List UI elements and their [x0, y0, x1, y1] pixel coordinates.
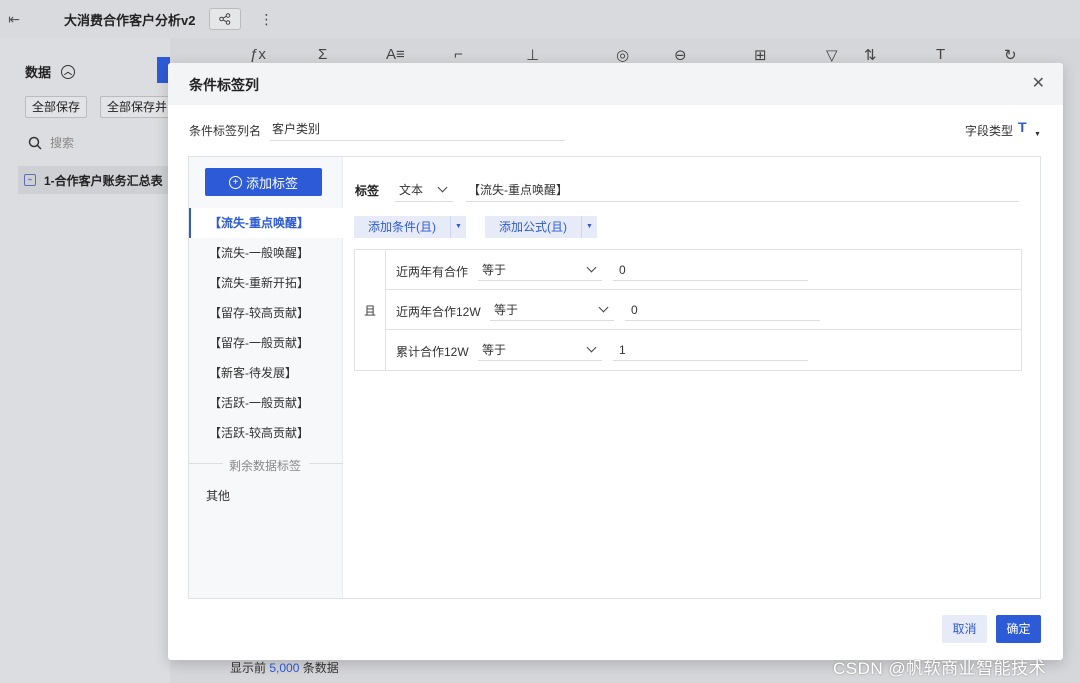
tag-item[interactable]: 【流失-重点唤醒】: [189, 208, 343, 238]
condition-field[interactable]: 累计合作12W: [396, 343, 469, 360]
add-tag-button[interactable]: + 添加标签: [205, 168, 322, 196]
chevron-down-icon: [598, 302, 609, 313]
share-button[interactable]: [209, 8, 242, 30]
chevron-down-icon: [586, 262, 597, 273]
tag-item[interactable]: 【流失-重新开拓】: [189, 268, 343, 298]
close-icon[interactable]: ✕: [1032, 73, 1045, 93]
field-type-label: 字段类型: [965, 124, 1014, 138]
app-header: ⇤ 大消费合作客户分析v2 ⋮: [0, 0, 1080, 38]
ok-button[interactable]: 确定: [996, 615, 1041, 643]
add-formula-button[interactable]: 添加公式(且): [485, 216, 581, 238]
tag-config-area: + 添加标签 【流失-重点唤醒】 【流失-一般唤醒】 【流失-重新开拓】 【留存…: [188, 156, 1041, 599]
collapse-up-icon[interactable]: ︿: [61, 64, 76, 79]
table-icon: ⌁: [24, 174, 36, 186]
table-item[interactable]: ⌁ 1-合作客户账务汇总表: [18, 166, 170, 194]
more-icon[interactable]: ⋮: [259, 11, 273, 28]
condition-row: 近两年有合作 等于: [386, 250, 1021, 290]
tag-item[interactable]: 【新客-待发展】: [189, 358, 343, 388]
sum-icon[interactable]: Σ: [318, 46, 327, 63]
add-condition-button[interactable]: 添加条件(且): [354, 216, 450, 238]
share-icon: [219, 13, 231, 25]
chevron-down-icon: [437, 182, 448, 193]
hierarchy-icon[interactable]: ⊞: [754, 46, 767, 64]
column-icon[interactable]: ⌐: [454, 46, 463, 63]
save-all-button[interactable]: 全部保存: [25, 96, 88, 118]
type-icon[interactable]: T: [936, 46, 945, 63]
condition-operator-select[interactable]: 等于: [478, 339, 602, 361]
remaining-divider: 剩余数据标签: [189, 457, 343, 473]
sort-icon[interactable]: ⇅: [864, 46, 877, 64]
search-placeholder: 搜索: [50, 136, 75, 150]
data-search[interactable]: 搜索: [28, 134, 74, 151]
data-section-title: 数据 ︿: [25, 62, 76, 81]
tag-list-panel: + 添加标签 【流失-重点唤醒】 【流失-一般唤醒】 【流失-重新开拓】 【留存…: [189, 157, 343, 598]
add-formula-group: 添加公式(且) ▼: [485, 216, 597, 238]
tag-value-input[interactable]: [466, 178, 1020, 202]
tag-item[interactable]: 【活跃-较高贡献】: [189, 418, 343, 448]
other-tag-item[interactable]: 其他: [206, 487, 230, 504]
and-toggle[interactable]: 且: [355, 250, 386, 370]
tag-item[interactable]: 【留存-较高贡献】: [189, 298, 343, 328]
condition-group: 且 近两年有合作 等于 近两年合作12W 等于 累计合作12W: [354, 249, 1022, 371]
dialog-title: 条件标签列: [189, 77, 259, 93]
condition-operator-select[interactable]: 等于: [490, 299, 614, 321]
database-icon[interactable]: ⊖: [674, 46, 687, 64]
condition-operator-select[interactable]: 等于: [478, 259, 602, 281]
watermark: CSDN @帆软商业智能技术: [833, 659, 1047, 678]
text-column-icon[interactable]: A≡: [386, 46, 405, 63]
condition-field[interactable]: 近两年有合作: [396, 263, 468, 280]
caret-down-icon[interactable]: ▼: [450, 216, 466, 238]
column-name-input[interactable]: [270, 117, 565, 141]
footer-note: 显示前 5,000 条数据: [230, 661, 339, 675]
condition-row: 累计合作12W 等于: [386, 330, 1021, 370]
chevron-down-icon: [586, 342, 597, 353]
data-panel: 数据 ︿ 全部保存 全部保存并 搜索 ⌁ 1-合作客户账务汇总表: [0, 38, 180, 683]
formula-icon[interactable]: ƒx: [250, 46, 266, 63]
caret-down-icon[interactable]: ▼: [581, 216, 597, 238]
merge-icon[interactable]: ◎: [616, 46, 629, 64]
search-icon: [28, 136, 42, 150]
plus-circle-icon: +: [228, 175, 242, 189]
remaining-label: 剩余数据标签: [229, 459, 302, 473]
condition-value-input[interactable]: [613, 259, 808, 281]
add-condition-group: 添加条件(且) ▼: [354, 216, 466, 238]
condition-tag-dialog: 条件标签列 ✕ 条件标签列名 字段类型 T ▼ + 添加标签 【流失-重点唤醒】…: [168, 63, 1063, 660]
tag-item[interactable]: 【活跃-一般贡献】: [189, 388, 343, 418]
filter-icon[interactable]: ▽: [826, 46, 838, 64]
text-type-icon[interactable]: T: [1018, 119, 1027, 135]
tag-type-select[interactable]: 文本: [395, 178, 454, 202]
exit-icon[interactable]: ⇤: [0, 11, 28, 28]
tag-editor-row: 标签 文本: [355, 178, 1020, 202]
condition-value-input[interactable]: [613, 339, 808, 361]
bar-icon[interactable]: ⊥: [526, 46, 539, 64]
condition-value-input[interactable]: [625, 299, 820, 321]
refresh-icon[interactable]: ↻: [1004, 46, 1017, 64]
column-name-label: 条件标签列名: [189, 124, 262, 138]
caret-down-icon[interactable]: ▼: [1034, 131, 1041, 138]
dialog-header: 条件标签列 ✕: [168, 63, 1063, 105]
tag-list: 【流失-重点唤醒】 【流失-一般唤醒】 【流失-重新开拓】 【留存-较高贡献】 …: [189, 208, 343, 448]
condition-field[interactable]: 近两年合作12W: [396, 303, 481, 320]
condition-row: 近两年合作12W 等于: [386, 290, 1021, 330]
table-name: 1-合作客户账务汇总表: [44, 173, 163, 188]
tag-item[interactable]: 【流失-一般唤醒】: [189, 238, 343, 268]
cancel-button[interactable]: 取消: [942, 615, 987, 643]
tag-label: 标签: [355, 183, 380, 198]
tag-item[interactable]: 【留存-一般贡献】: [189, 328, 343, 358]
app-title: 大消费合作客户分析v2: [64, 12, 196, 28]
